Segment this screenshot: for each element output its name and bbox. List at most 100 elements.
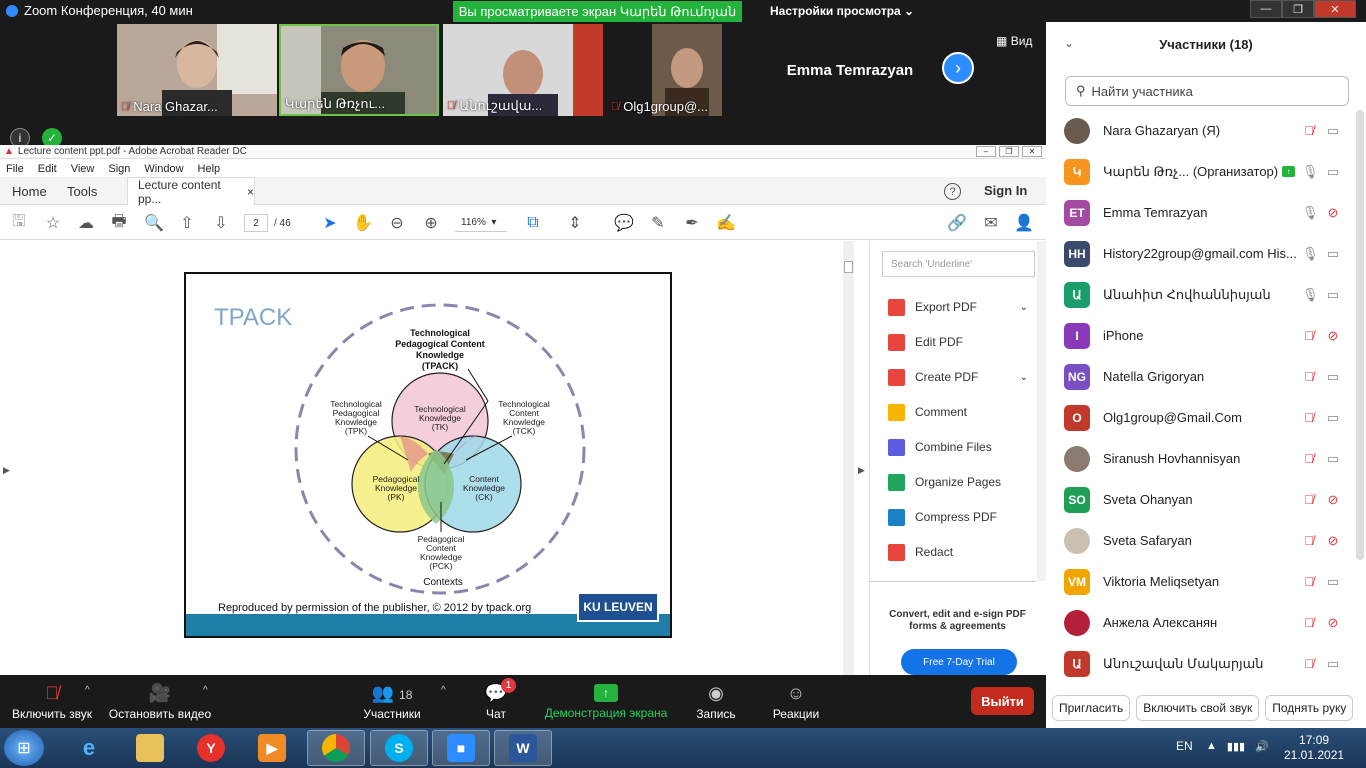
tool-item[interactable]: Organize Pages: [888, 472, 1028, 492]
zoom-in-icon[interactable]: ⊕: [421, 213, 441, 233]
tool-item[interactable]: Comment: [888, 402, 1028, 422]
page-up-icon[interactable]: ⇧: [177, 213, 197, 233]
system-clock[interactable]: 17:09 21.01.2021: [1284, 733, 1344, 763]
fit-page-icon[interactable]: ⧉: [523, 213, 543, 233]
participants-button[interactable]: 👥 18 Участники: [360, 675, 424, 728]
tools-search-input[interactable]: Search 'Underline': [882, 251, 1035, 277]
tab-document[interactable]: Lecture content pp... ×: [127, 177, 255, 206]
participant-row[interactable]: Ա Անահիտ Հովհաննիսյան 🎙 ▭: [1046, 274, 1354, 315]
video-tile-no-video[interactable]: Emma Temrazyan: [770, 24, 930, 116]
tools-scrollbar[interactable]: [1037, 241, 1046, 581]
participant-row[interactable]: Կ Կարեն Թռչ... (Организатор) ↑ 🎙 ▭: [1046, 151, 1354, 192]
tab-tools[interactable]: Tools: [67, 177, 97, 205]
participant-row[interactable]: Nara Ghazaryan (Я) 🎙̸ ▭: [1046, 110, 1354, 151]
participant-row[interactable]: IiPhone 🎙̸ ⊘: [1046, 315, 1354, 356]
participant-row[interactable]: HH History22group@gmail.com His... 🎙 ▭: [1046, 233, 1354, 274]
video-tile-active[interactable]: Կարեն Թռչու...: [279, 24, 439, 116]
share-screen-button[interactable]: ↑ Демонстрация экрана: [540, 675, 672, 728]
tool-item[interactable]: Create PDF ⌄: [888, 367, 1028, 387]
participant-search-input[interactable]: ⚲ Найти участника: [1065, 76, 1349, 106]
taskbar-internet-explorer[interactable]: e: [60, 730, 118, 766]
view-settings-menu[interactable]: Настройки просмотра ⌄: [770, 4, 914, 18]
video-options-caret-icon[interactable]: ^: [203, 685, 208, 696]
add-user-icon[interactable]: 👤: [1014, 213, 1034, 233]
menu-window[interactable]: Window: [144, 163, 183, 175]
audio-options-caret-icon[interactable]: ^: [85, 685, 90, 696]
restore-button[interactable]: ❐: [999, 146, 1019, 157]
select-cursor-icon[interactable]: ➤: [320, 213, 340, 233]
participant-row[interactable]: NG Natella Grigoryan 🎙̸ ▭: [1046, 356, 1354, 397]
windows-start-button[interactable]: ⊞: [4, 730, 44, 766]
participant-row[interactable]: O Olg1group@Gmail.Com 🎙̸ ▭: [1046, 397, 1354, 438]
participant-row[interactable]: Siranush Hovhannisyan 🎙̸ ▭: [1046, 438, 1354, 479]
taskbar-file-explorer[interactable]: [121, 730, 179, 766]
menu-edit[interactable]: Edit: [38, 163, 57, 175]
taskbar-chrome[interactable]: [307, 730, 365, 766]
input-language-indicator[interactable]: EN: [1176, 739, 1193, 753]
hand-tool-icon[interactable]: ✋: [353, 213, 373, 233]
invite-button[interactable]: Пригласить: [1052, 695, 1131, 721]
taskbar-zoom[interactable]: ■: [432, 730, 490, 766]
stop-video-button[interactable]: 🎥 Остановить видео: [106, 675, 214, 728]
comment-icon[interactable]: 💬: [614, 213, 634, 233]
video-tile[interactable]: 🎙̸ Olg1group@...: [607, 24, 767, 116]
video-tile[interactable]: 🎙̸ Անուշավա...: [443, 24, 603, 116]
participant-list-scrollbar[interactable]: [1356, 110, 1364, 560]
scrollbar-thumb[interactable]: [844, 261, 853, 273]
bookmark-star-icon[interactable]: ☆: [43, 213, 63, 233]
participant-row[interactable]: ET Emma Temrazyan 🎙 ⊘: [1046, 192, 1354, 233]
participants-caret-icon[interactable]: ^: [441, 685, 446, 696]
page-number-input[interactable]: 2: [244, 214, 268, 232]
chevron-down-icon[interactable]: ⌄: [1020, 302, 1028, 313]
participant-row[interactable]: Анжела Алексанян 🎙̸ ⊘: [1046, 602, 1354, 643]
menu-sign[interactable]: Sign: [108, 163, 130, 175]
video-tile[interactable]: 🎙̸ Nara Ghazar...: [117, 24, 277, 116]
email-icon[interactable]: ✉: [981, 213, 1001, 233]
taskbar-word[interactable]: W: [494, 730, 552, 766]
participant-row[interactable]: Sveta Safaryan 🎙̸ ⊘: [1046, 520, 1354, 561]
leave-meeting-button[interactable]: Выйти: [971, 687, 1034, 715]
participant-row[interactable]: Ա Անուշավան Մակարյան 🎙̸ ▭: [1046, 643, 1354, 684]
show-hidden-icons-icon[interactable]: ▲: [1206, 740, 1217, 753]
minimize-button[interactable]: —: [1250, 0, 1282, 18]
chevron-down-icon[interactable]: ⌄: [1020, 372, 1028, 383]
free-trial-button[interactable]: Free 7-Day Trial: [901, 649, 1017, 675]
taskbar-yandex[interactable]: Y: [182, 730, 240, 766]
taskbar-media-player[interactable]: ▶: [243, 730, 301, 766]
sign-in-button[interactable]: Sign In: [984, 183, 1027, 198]
taskbar-skype[interactable]: S: [370, 730, 428, 766]
network-icon[interactable]: ▮▮▮: [1227, 740, 1245, 753]
close-tab-icon[interactable]: ×: [247, 185, 254, 199]
highlight-pen-icon[interactable]: ✎: [648, 213, 668, 233]
minimize-button[interactable]: –: [976, 146, 996, 157]
fill-sign-icon[interactable]: ✍: [716, 213, 736, 233]
participant-row[interactable]: SO Sveta Ohanyan 🎙̸ ⊘: [1046, 479, 1354, 520]
zoom-level-select[interactable]: 116% ▾: [455, 214, 507, 232]
next-tiles-button[interactable]: ›: [942, 52, 974, 84]
upload-cloud-icon[interactable]: ☁: [76, 213, 96, 233]
menu-help[interactable]: Help: [198, 163, 221, 175]
search-icon[interactable]: 🔍: [144, 213, 164, 233]
unmute-self-button[interactable]: Включить свой звук: [1136, 695, 1260, 721]
save-icon[interactable]: 🖫: [9, 213, 29, 233]
right-pane-toggle-icon[interactable]: ▶: [858, 465, 865, 476]
tool-item[interactable]: Export PDF ⌄: [888, 297, 1028, 317]
raise-hand-button[interactable]: Поднять руку: [1265, 695, 1354, 721]
close-window-button[interactable]: ✕: [1314, 0, 1356, 18]
unmute-button[interactable]: 🎙̸ Включить звук: [8, 675, 96, 728]
tool-item[interactable]: Redact: [888, 542, 1028, 562]
tool-item[interactable]: Combine Files: [888, 437, 1028, 457]
help-icon[interactable]: ?: [944, 183, 961, 200]
tool-item[interactable]: Edit PDF: [888, 332, 1028, 352]
close-window-button[interactable]: ✕: [1022, 146, 1042, 157]
participant-row[interactable]: VM Viktoria Meliqsetyan 🎙̸ ▭: [1046, 561, 1354, 602]
volume-icon[interactable]: 🔊: [1255, 740, 1269, 753]
page-down-icon[interactable]: ⇩: [211, 213, 231, 233]
zoom-out-icon[interactable]: ⊖: [387, 213, 407, 233]
menu-file[interactable]: File: [6, 163, 24, 175]
record-button[interactable]: ◉ Запись: [690, 675, 742, 728]
tool-item[interactable]: Compress PDF: [888, 507, 1028, 527]
sign-pen-icon[interactable]: ✒: [682, 213, 702, 233]
tab-home[interactable]: Home: [12, 177, 47, 205]
reactions-button[interactable]: ☺ Реакции: [766, 675, 826, 728]
